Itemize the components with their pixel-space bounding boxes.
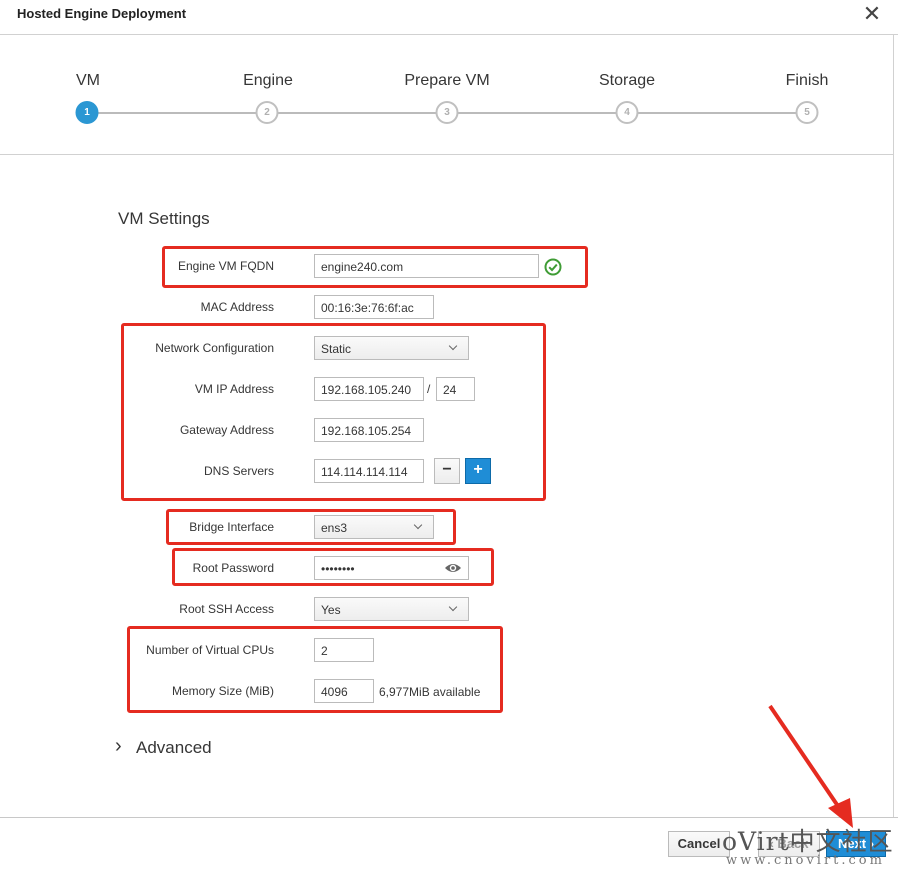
dns-label: DNS Servers xyxy=(203,464,274,478)
advanced-toggle[interactable]: Advanced xyxy=(136,738,212,758)
step-circle-2[interactable]: 2 xyxy=(255,101,279,124)
step-connector xyxy=(97,112,257,114)
network-config-value: Static xyxy=(321,342,352,356)
root-ssh-select[interactable]: Yes xyxy=(314,597,469,621)
step-connector xyxy=(457,112,617,114)
cancel-button[interactable]: Cancel xyxy=(668,831,730,857)
step-connector xyxy=(277,112,437,114)
watermark-url: www.cnovirt.com xyxy=(726,853,885,868)
bridge-value: ens3 xyxy=(321,521,348,535)
bridge-label: Bridge Interface xyxy=(189,520,274,534)
eye-icon[interactable] xyxy=(444,561,462,575)
step-label-engine[interactable]: Engine xyxy=(243,72,293,90)
step-circle-1[interactable]: 1 xyxy=(75,101,99,124)
wizard-divider xyxy=(0,154,893,155)
fqdn-input[interactable]: engine240.com xyxy=(314,254,539,278)
check-circle-icon xyxy=(544,258,562,276)
network-config-label: Network Configuration xyxy=(155,341,274,355)
vcpus-input[interactable]: 2 xyxy=(314,638,374,662)
root-password-value: •••••••• xyxy=(321,562,355,576)
root-ssh-label: Root SSH Access xyxy=(179,602,274,616)
vm-ip-label: VM IP Address xyxy=(194,382,274,396)
bridge-select[interactable]: ens3 xyxy=(314,515,434,539)
chevron-down-icon xyxy=(413,520,423,530)
mac-label: MAC Address xyxy=(200,300,274,314)
vm-ip-input[interactable]: 192.168.105.240 xyxy=(314,377,424,401)
step-connector xyxy=(637,112,797,114)
step-label-finish[interactable]: Finish xyxy=(786,72,829,90)
close-icon[interactable]: ✕ xyxy=(862,3,882,25)
header-divider xyxy=(0,34,898,35)
dialog-scroll-edge xyxy=(893,35,894,817)
ip-prefix-separator: / xyxy=(427,382,431,396)
step-circle-4[interactable]: 4 xyxy=(615,101,639,124)
dns-input[interactable]: 114.114.114.114 xyxy=(314,459,424,483)
section-title: VM Settings xyxy=(118,209,210,228)
gateway-label: Gateway Address xyxy=(179,423,274,437)
remove-dns-button[interactable]: − xyxy=(434,458,460,484)
step-label-storage[interactable]: Storage xyxy=(599,72,655,90)
root-password-label: Root Password xyxy=(192,561,274,575)
root-ssh-value: Yes xyxy=(321,603,341,617)
step-label-vm[interactable]: VM xyxy=(76,72,100,90)
network-config-select[interactable]: Static xyxy=(314,336,469,360)
vcpus-label: Number of Virtual CPUs xyxy=(146,643,274,657)
annotation-arrow xyxy=(760,700,860,830)
add-dns-button[interactable]: + xyxy=(465,458,491,484)
vm-ip-prefix-input[interactable]: 24 xyxy=(436,377,475,401)
chevron-down-icon xyxy=(448,602,458,612)
mac-input[interactable]: 00:16:3e:76:6f:ac xyxy=(314,295,434,319)
memory-label: Memory Size (MiB) xyxy=(171,684,274,698)
memory-input[interactable]: 4096 xyxy=(314,679,374,703)
chevron-right-icon[interactable]: › xyxy=(115,735,122,758)
step-circle-5[interactable]: 5 xyxy=(795,101,819,124)
step-circle-3[interactable]: 3 xyxy=(435,101,459,124)
gateway-input[interactable]: 192.168.105.254 xyxy=(314,418,424,442)
dialog-title: Hosted Engine Deployment xyxy=(17,6,187,21)
fqdn-label: Engine VM FQDN xyxy=(177,259,274,273)
memory-available-text: 6,977MiB available xyxy=(379,685,481,699)
step-label-prepare-vm[interactable]: Prepare VM xyxy=(404,72,489,90)
chevron-down-icon xyxy=(448,341,458,351)
